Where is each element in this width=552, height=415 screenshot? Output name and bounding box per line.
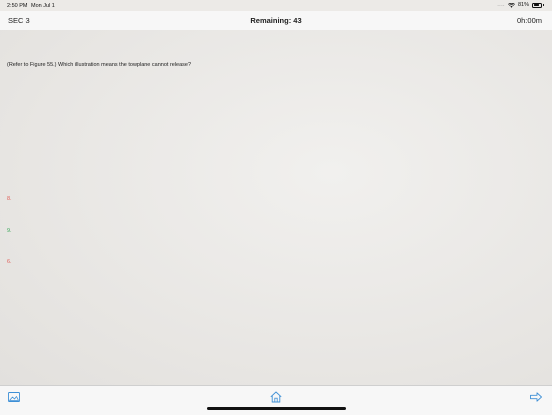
- battery-fill: [533, 4, 540, 6]
- wifi-icon: [508, 2, 515, 8]
- tab-bar: [0, 385, 552, 415]
- status-time: 2:50 PM: [7, 3, 28, 9]
- signal-dots: ....: [497, 2, 505, 8]
- answer-option-1[interactable]: 8.: [7, 196, 12, 202]
- arrow-right-icon[interactable]: [529, 390, 543, 404]
- status-bar: 2:50 PM Mon Jul 1 .... 81%: [0, 0, 552, 11]
- home-indicator: [207, 407, 346, 410]
- status-indicators: .... 81%: [497, 2, 544, 8]
- home-icon[interactable]: [269, 390, 283, 404]
- image-icon[interactable]: [7, 390, 21, 404]
- remaining-count: Remaining: 43: [250, 16, 302, 25]
- battery-tip: [543, 3, 544, 7]
- nav-bar: SEC 3 Remaining: 43 0h:00m: [0, 11, 552, 31]
- battery-icon: [532, 2, 542, 8]
- battery-percent: 81%: [517, 2, 529, 8]
- question-text: (Refer to Figure 55.) Which illustration…: [7, 62, 192, 68]
- question-area: (Refer to Figure 55.) Which illustration…: [0, 30, 552, 386]
- status-date: Mon Jul 1: [31, 3, 55, 9]
- answer-option-2[interactable]: 9.: [7, 228, 12, 234]
- timer: 0h:00m: [516, 16, 542, 25]
- answer-option-3[interactable]: 6.: [7, 259, 12, 265]
